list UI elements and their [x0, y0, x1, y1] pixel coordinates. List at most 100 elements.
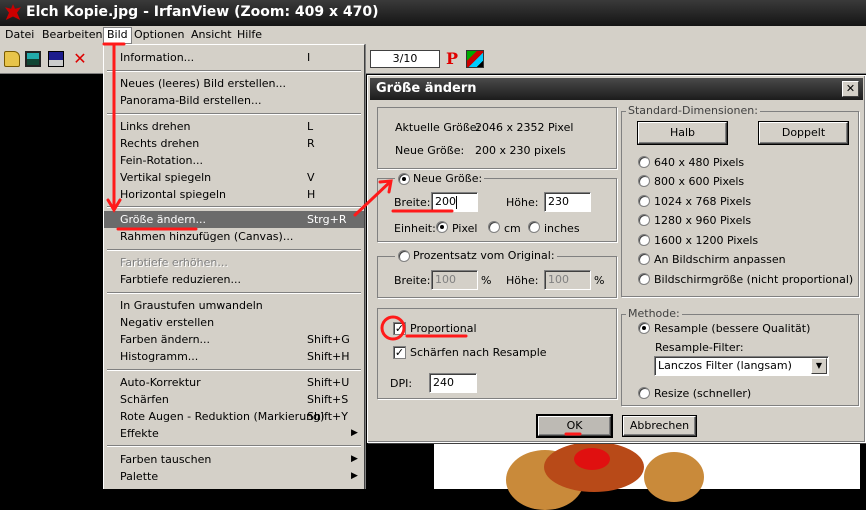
- menu-separator: [107, 249, 361, 251]
- width-input[interactable]: 200: [431, 192, 478, 212]
- preset-640-radio[interactable]: [638, 156, 650, 168]
- width-label: Breite:: [394, 196, 431, 209]
- chevron-down-icon[interactable]: ▼: [811, 358, 827, 374]
- bild-menu-dropdown: Information... I Neues (leeres) Bild erst…: [103, 44, 365, 489]
- height-label: Höhe:: [506, 196, 539, 209]
- menu-ansicht[interactable]: Ansicht: [188, 28, 235, 41]
- menu-item-resize[interactable]: Größe ändern... Strg+R: [104, 211, 364, 228]
- half-button[interactable]: Halb: [638, 122, 727, 144]
- resize-dialog: Größe ändern ✕ Aktuelle Größe: 2046 x 23…: [367, 75, 866, 443]
- resample-radio[interactable]: [638, 322, 650, 334]
- window-title: Elch Kopie.jpg - IrfanView (Zoom: 409 x …: [26, 4, 379, 20]
- percent-width-input[interactable]: 100: [431, 270, 478, 290]
- size-info-group: [377, 107, 617, 169]
- menu-item-flip-vertical[interactable]: Vertikal spiegeln V: [104, 169, 364, 186]
- paint-icon[interactable]: [466, 50, 484, 68]
- resize-label[interactable]: Resize (schneller): [654, 387, 751, 400]
- new-size-label: Neue Größe:: [395, 144, 465, 157]
- preset-1024-radio[interactable]: [638, 195, 650, 207]
- unit-inches-radio[interactable]: [528, 221, 540, 233]
- screen-size-radio[interactable]: [638, 273, 650, 285]
- screen-size-label[interactable]: Bildschirmgröße (nicht proportional): [654, 273, 853, 286]
- dpi-label: DPI:: [390, 377, 413, 390]
- menu-item-new-image[interactable]: Neues (leeres) Bild erstellen...: [104, 75, 364, 92]
- menu-item-auto-correct[interactable]: Auto-Korrektur Shift+U: [104, 374, 364, 391]
- delete-icon[interactable]: ✕: [72, 51, 88, 67]
- unit-cm-radio[interactable]: [488, 221, 500, 233]
- unit-inches-label[interactable]: inches: [544, 222, 580, 235]
- fit-screen-radio[interactable]: [638, 253, 650, 265]
- unit-pixel-radio[interactable]: [436, 221, 448, 233]
- height-input[interactable]: 230: [544, 192, 591, 212]
- resample-label[interactable]: Resample (bessere Qualität): [654, 322, 810, 335]
- menu-item-reduce-depth[interactable]: Farbtiefe reduzieren...: [104, 271, 364, 288]
- menu-item-rotate-right[interactable]: Rechts drehen R: [104, 135, 364, 152]
- open-folder-icon[interactable]: [4, 51, 20, 67]
- save-icon[interactable]: [48, 51, 64, 67]
- menu-separator: [107, 445, 361, 447]
- dpi-input[interactable]: 240: [429, 373, 477, 393]
- menu-item-information[interactable]: Information... I: [104, 49, 364, 66]
- menu-item-histogram[interactable]: Histogramm... Shift+H: [104, 348, 364, 365]
- preset-640-label[interactable]: 640 x 480 Pixels: [654, 156, 744, 169]
- menu-item-grayscale[interactable]: In Graustufen umwandeln: [104, 297, 364, 314]
- percent-height-input[interactable]: 100: [544, 270, 591, 290]
- menu-item-increase-depth: Farbtiefe erhöhen...: [120, 256, 228, 269]
- preset-1280-label[interactable]: 1280 x 960 Pixels: [654, 214, 751, 227]
- menu-optionen[interactable]: Optionen: [131, 28, 187, 41]
- preset-1600-label[interactable]: 1600 x 1200 Pixels: [654, 234, 758, 247]
- unit-label: Einheit:: [394, 222, 436, 235]
- menu-item-add-border[interactable]: Rahmen hinzufügen (Canvas)...: [104, 228, 364, 245]
- resize-radio[interactable]: [638, 387, 650, 399]
- menu-datei[interactable]: Datei: [2, 28, 37, 41]
- slideshow-icon[interactable]: [25, 51, 41, 67]
- image-canvas: [434, 442, 860, 510]
- menu-item-red-eye[interactable]: Rote Augen - Reduktion (Markierung) Shift…: [104, 408, 364, 425]
- properties-p-icon[interactable]: P: [446, 49, 458, 68]
- preset-1024-label[interactable]: 1024 x 768 Pixels: [654, 195, 751, 208]
- percent-height-label: Höhe:: [506, 274, 539, 287]
- ok-button[interactable]: OK: [538, 416, 611, 436]
- menu-item-panorama[interactable]: Panorama-Bild erstellen...: [104, 92, 364, 109]
- menu-item-negative[interactable]: Negativ erstellen: [104, 314, 364, 331]
- percent-radio[interactable]: [398, 250, 410, 262]
- window-title-bar: Elch Kopie.jpg - IrfanView (Zoom: 409 x …: [0, 0, 866, 26]
- new-size-radio[interactable]: [398, 173, 410, 185]
- resample-filter-select[interactable]: Lanczos Filter (langsam) ▼: [654, 356, 829, 376]
- double-button[interactable]: Doppelt: [759, 122, 848, 144]
- cancel-button[interactable]: Abbrechen: [623, 416, 696, 436]
- proportional-checkbox[interactable]: ✓: [393, 322, 406, 335]
- unit-pixel-label[interactable]: Pixel: [452, 222, 477, 235]
- unit-cm-label[interactable]: cm: [504, 222, 521, 235]
- menu-item-change-colors[interactable]: Farben ändern... Shift+G: [104, 331, 364, 348]
- menu-separator: [107, 206, 361, 208]
- close-icon[interactable]: ✕: [842, 81, 859, 97]
- menu-item-effects[interactable]: Effekte ▶: [104, 425, 364, 442]
- sharpen-checkbox[interactable]: ✓: [393, 346, 406, 359]
- menu-item-rotate-left[interactable]: Links drehen L: [104, 118, 364, 135]
- preset-800-radio[interactable]: [638, 175, 650, 187]
- menu-bar: Datei Bearbeiten Bild Optionen Ansicht H…: [0, 26, 866, 44]
- fit-screen-label[interactable]: An Bildschirm anpassen: [654, 253, 786, 266]
- preset-1280-radio[interactable]: [638, 214, 650, 226]
- teddy-bear-image-part: [574, 448, 610, 470]
- menu-item-sharpen[interactable]: Schärfen Shift+S: [104, 391, 364, 408]
- percent-radio-label[interactable]: Prozentsatz vom Original:: [395, 249, 557, 262]
- preset-1600-radio[interactable]: [638, 234, 650, 246]
- submenu-arrow-icon: ▶: [351, 428, 358, 438]
- menu-item-palette[interactable]: Palette ▶: [104, 468, 364, 485]
- new-size-value: 200 x 230 pixels: [475, 144, 566, 157]
- percent-sign: %: [594, 274, 605, 287]
- menu-item-swap-colors[interactable]: Farben tauschen ▶: [104, 451, 364, 468]
- sharpen-label[interactable]: Schärfen nach Resample: [410, 346, 547, 359]
- irfanview-app-icon: [5, 4, 21, 20]
- percent-sign: %: [481, 274, 492, 287]
- proportional-label[interactable]: Proportional: [410, 322, 477, 335]
- menu-hilfe[interactable]: Hilfe: [234, 28, 265, 41]
- menu-bearbeiten[interactable]: Bearbeiten: [39, 28, 105, 41]
- menu-item-flip-horizontal[interactable]: Horizontal spiegeln H: [104, 186, 364, 203]
- preset-800-label[interactable]: 800 x 600 Pixels: [654, 175, 744, 188]
- menu-bild[interactable]: Bild: [103, 27, 132, 44]
- current-size-value: 2046 x 2352 Pixel: [475, 121, 574, 134]
- menu-item-fine-rotation[interactable]: Fein-Rotation...: [104, 152, 364, 169]
